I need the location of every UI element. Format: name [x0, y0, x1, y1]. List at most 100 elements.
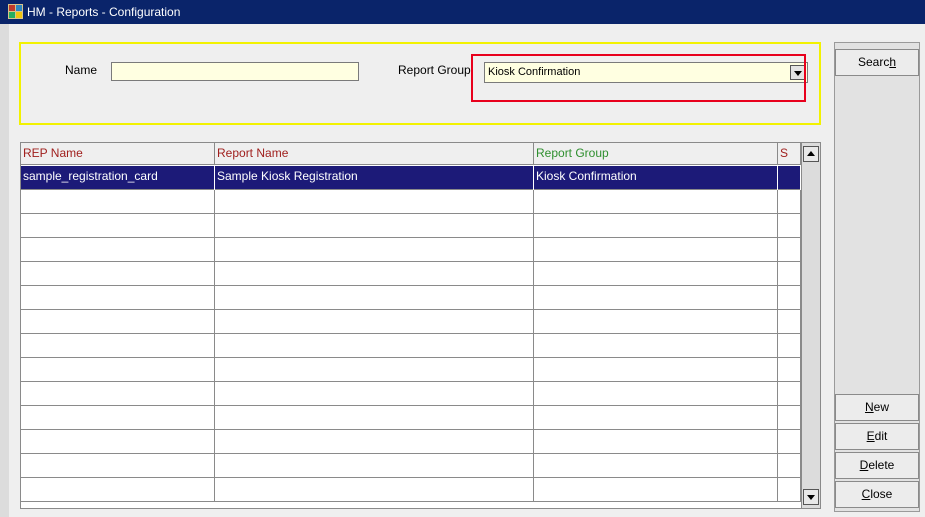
cell-report-group[interactable]: [534, 286, 778, 310]
name-input[interactable]: [111, 62, 359, 81]
cell-report-name[interactable]: [215, 214, 534, 238]
cell-rep-name[interactable]: [21, 334, 215, 358]
table-row[interactable]: sample_registration_card Sample Kiosk Reg…: [21, 166, 801, 190]
new-button[interactable]: New: [835, 394, 919, 421]
close-button-label: Close: [861, 487, 893, 501]
delete-button-label: Delete: [859, 458, 895, 472]
cell-s[interactable]: [778, 430, 801, 454]
new-button-label: New: [864, 400, 889, 414]
reports-configuration-window: HM - Reports - Configuration Name Report…: [0, 0, 925, 517]
cell-report-group[interactable]: [534, 190, 778, 214]
cell-s[interactable]: [778, 406, 801, 430]
cell-rep-name[interactable]: [21, 382, 215, 406]
cell-rep-name[interactable]: [21, 286, 215, 310]
chevron-down-icon[interactable]: [790, 65, 805, 80]
cell-rep-name[interactable]: [21, 214, 215, 238]
cell-report-name[interactable]: [215, 430, 534, 454]
table-row[interactable]: [21, 310, 801, 334]
report-group-select[interactable]: Kiosk Confirmation: [484, 62, 808, 83]
cell-rep-name[interactable]: [21, 358, 215, 382]
cell-s[interactable]: [778, 190, 801, 214]
cell-s[interactable]: [778, 310, 801, 334]
scroll-down-arrow-icon[interactable]: [803, 489, 819, 505]
close-button[interactable]: Close: [835, 481, 919, 508]
column-header-rep-name[interactable]: REP Name: [21, 143, 215, 165]
edit-button-label: Edit: [866, 429, 888, 443]
reports-grid[interactable]: REP Name Report Name Report Group S samp…: [20, 142, 802, 509]
cell-rep-name[interactable]: [21, 430, 215, 454]
cell-report-group[interactable]: [534, 430, 778, 454]
cell-report-group[interactable]: Kiosk Confirmation: [534, 166, 778, 190]
action-buttons-panel: Search New Edit Delete Close: [834, 42, 920, 512]
cell-report-name[interactable]: [215, 454, 534, 478]
cell-report-group[interactable]: [534, 262, 778, 286]
cell-report-name[interactable]: Sample Kiosk Registration: [215, 166, 534, 190]
cell-s[interactable]: [778, 238, 801, 262]
scroll-up-arrow-icon[interactable]: [803, 146, 819, 162]
search-button[interactable]: Search: [835, 49, 919, 76]
table-row[interactable]: [21, 406, 801, 430]
grid-vertical-scrollbar[interactable]: [802, 142, 821, 509]
cell-report-group[interactable]: [534, 454, 778, 478]
cell-report-name[interactable]: [215, 334, 534, 358]
cell-report-name[interactable]: [215, 190, 534, 214]
cell-rep-name[interactable]: [21, 478, 215, 502]
window-title: HM - Reports - Configuration: [27, 5, 181, 19]
cell-report-group[interactable]: [534, 478, 778, 502]
cell-rep-name[interactable]: [21, 262, 215, 286]
edit-button[interactable]: Edit: [835, 423, 919, 450]
cell-report-name[interactable]: [215, 406, 534, 430]
cell-report-name[interactable]: [215, 238, 534, 262]
table-row[interactable]: [21, 382, 801, 406]
cell-rep-name[interactable]: [21, 454, 215, 478]
table-row[interactable]: [21, 238, 801, 262]
table-row[interactable]: [21, 454, 801, 478]
title-bar: HM - Reports - Configuration: [0, 0, 925, 24]
name-label: Name: [65, 63, 98, 77]
cell-s[interactable]: [778, 454, 801, 478]
cell-report-group[interactable]: [534, 310, 778, 334]
cell-report-group[interactable]: [534, 214, 778, 238]
column-header-report-group[interactable]: Report Group: [534, 143, 778, 165]
cell-s[interactable]: [778, 286, 801, 310]
cell-s[interactable]: [778, 262, 801, 286]
cell-report-group[interactable]: [534, 358, 778, 382]
column-header-report-name[interactable]: Report Name: [215, 143, 534, 165]
table-row[interactable]: [21, 190, 801, 214]
table-row[interactable]: [21, 358, 801, 382]
cell-s[interactable]: [778, 214, 801, 238]
search-criteria-panel: Name Report Group Kiosk Confirmation: [19, 42, 821, 125]
cell-rep-name[interactable]: [21, 190, 215, 214]
cell-report-name[interactable]: [215, 310, 534, 334]
search-button-label: Search: [857, 55, 897, 69]
cell-rep-name[interactable]: [21, 238, 215, 262]
column-header-s[interactable]: S: [778, 143, 801, 165]
cell-report-group[interactable]: [534, 238, 778, 262]
table-row[interactable]: [21, 334, 801, 358]
cell-report-group[interactable]: [534, 334, 778, 358]
cell-report-name[interactable]: [215, 358, 534, 382]
table-row[interactable]: [21, 214, 801, 238]
cell-s[interactable]: [778, 382, 801, 406]
left-frame-edge: [0, 24, 9, 517]
table-row[interactable]: [21, 262, 801, 286]
cell-s[interactable]: [778, 166, 801, 190]
cell-report-group[interactable]: [534, 382, 778, 406]
table-row[interactable]: [21, 478, 801, 502]
cell-s[interactable]: [778, 358, 801, 382]
cell-report-name[interactable]: [215, 382, 534, 406]
cell-report-name[interactable]: [215, 478, 534, 502]
cell-rep-name[interactable]: sample_registration_card: [21, 166, 215, 190]
cell-report-name[interactable]: [215, 262, 534, 286]
cell-rep-name[interactable]: [21, 406, 215, 430]
cell-rep-name[interactable]: [21, 310, 215, 334]
app-icon: [8, 4, 23, 19]
cell-report-name[interactable]: [215, 286, 534, 310]
delete-button[interactable]: Delete: [835, 452, 919, 479]
table-row[interactable]: [21, 286, 801, 310]
cell-report-group[interactable]: [534, 406, 778, 430]
cell-s[interactable]: [778, 478, 801, 502]
table-row[interactable]: [21, 430, 801, 454]
report-group-label: Report Group: [398, 63, 471, 77]
cell-s[interactable]: [778, 334, 801, 358]
